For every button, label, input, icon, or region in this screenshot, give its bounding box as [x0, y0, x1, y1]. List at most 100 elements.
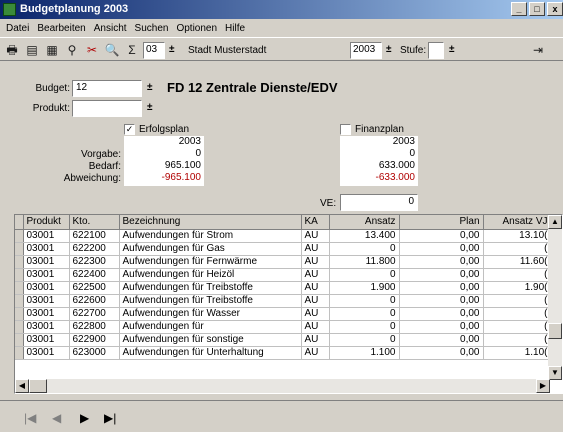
finanzplan-checkbox[interactable]: [340, 124, 351, 135]
cell-produkt[interactable]: 03001: [23, 346, 70, 360]
cell-plan[interactable]: 0,00: [399, 255, 484, 269]
vertical-scrollbar[interactable]: ▲ ▼: [548, 215, 562, 380]
cell-plan[interactable]: 0,00: [399, 320, 484, 334]
row-selector[interactable]: [15, 255, 24, 269]
cell-ansatz[interactable]: 0: [329, 307, 400, 321]
cell-konto[interactable]: 622700: [69, 307, 120, 321]
cell-produkt[interactable]: 03001: [23, 242, 70, 256]
cell-konto[interactable]: 622400: [69, 268, 120, 282]
cell-produkt[interactable]: 03001: [23, 307, 70, 321]
cell-ansatz-vj[interactable]: (: [483, 307, 552, 321]
ve-field[interactable]: 0: [340, 194, 418, 211]
col-header-konto[interactable]: Kto.: [69, 215, 120, 230]
col-header-ansatz-vj[interactable]: Ansatz VJ: [483, 215, 552, 230]
cell-konto[interactable]: 622100: [69, 229, 120, 243]
delete-icon[interactable]: ✂: [84, 42, 100, 58]
cell-ansatz[interactable]: 13.400: [329, 229, 400, 243]
nav-prev-icon[interactable]: ◀: [52, 411, 61, 425]
cell-produkt[interactable]: 03001: [23, 294, 70, 308]
row-selector[interactable]: [15, 346, 24, 360]
menu-bearbeiten[interactable]: Bearbeiten: [33, 23, 89, 34]
cell-ka[interactable]: AU: [301, 281, 330, 295]
cell-bezeichnung[interactable]: Aufwendungen für Heizöl: [119, 268, 302, 282]
mandant-dropdown-icon[interactable]: ±: [169, 44, 175, 55]
cell-bezeichnung[interactable]: Aufwendungen für sonstige: [119, 333, 302, 347]
cell-plan[interactable]: 0,00: [399, 281, 484, 295]
cell-bezeichnung[interactable]: Aufwendungen für Treibstoffe: [119, 294, 302, 308]
row-selector[interactable]: [15, 307, 24, 321]
cell-ansatz-vj[interactable]: (: [483, 242, 552, 256]
sum-icon[interactable]: Σ: [124, 42, 140, 58]
cell-ansatz-vj[interactable]: (: [483, 268, 552, 282]
cell-ka[interactable]: AU: [301, 242, 330, 256]
col-header-produkt[interactable]: Produkt: [23, 215, 70, 230]
cell-produkt[interactable]: 03001: [23, 255, 70, 269]
cell-bezeichnung[interactable]: Aufwendungen für Wasser: [119, 307, 302, 321]
stufe-dropdown-icon[interactable]: ±: [449, 44, 455, 55]
cell-ka[interactable]: AU: [301, 307, 330, 321]
cell-konto[interactable]: 623000: [69, 346, 120, 360]
budget-dropdown-icon[interactable]: ±: [147, 82, 153, 93]
cell-ansatz[interactable]: 0: [329, 268, 400, 282]
cell-ansatz-vj[interactable]: 1.90(: [483, 281, 552, 295]
erfolgsplan-checkbox[interactable]: ✓: [124, 124, 135, 135]
table-row[interactable]: 03001 622500 Aufwendungen für Treibstoffe A…: [15, 281, 552, 295]
table-row[interactable]: 03001 622700 Aufwendungen für Wasser AU 0 0,0…: [15, 307, 552, 321]
table-row[interactable]: 03001 622800 Aufwendungen für AU 0 0,00(: [15, 320, 552, 334]
preview-icon[interactable]: ▤: [24, 42, 40, 58]
cell-ka[interactable]: AU: [301, 294, 330, 308]
cell-ansatz-vj[interactable]: 13.10(: [483, 229, 552, 243]
cell-produkt[interactable]: 03001: [23, 320, 70, 334]
cell-ka[interactable]: AU: [301, 255, 330, 269]
find-icon[interactable]: 🔍: [104, 42, 120, 58]
maximize-button[interactable]: □: [529, 2, 545, 16]
cell-bezeichnung[interactable]: Aufwendungen für Gas: [119, 242, 302, 256]
scroll-left-icon[interactable]: ◀: [15, 379, 29, 393]
menu-datei[interactable]: Datei: [2, 23, 33, 34]
cell-ansatz[interactable]: 0: [329, 333, 400, 347]
menu-ansicht[interactable]: Ansicht: [90, 23, 131, 34]
cell-ansatz-vj[interactable]: (: [483, 320, 552, 334]
cell-plan[interactable]: 0,00: [399, 242, 484, 256]
cell-ansatz[interactable]: 1.900: [329, 281, 400, 295]
cell-bezeichnung[interactable]: Aufwendungen für Unterhaltung: [119, 346, 302, 360]
calculator-icon[interactable]: ▦: [44, 42, 60, 58]
horizontal-scrollbar[interactable]: ◀ ▶: [15, 379, 550, 393]
col-header-ka[interactable]: KA: [301, 215, 330, 230]
cell-plan[interactable]: 0,00: [399, 294, 484, 308]
col-header-bezeichnung[interactable]: Bezeichnung: [119, 215, 302, 230]
cell-ansatz-vj[interactable]: (: [483, 294, 552, 308]
cell-produkt[interactable]: 03001: [23, 281, 70, 295]
cell-plan[interactable]: 0,00: [399, 346, 484, 360]
cell-ansatz[interactable]: 0: [329, 294, 400, 308]
stufe-field[interactable]: [428, 42, 444, 59]
cell-plan[interactable]: 0,00: [399, 333, 484, 347]
budget-field[interactable]: 12: [72, 80, 142, 97]
col-header-ansatz[interactable]: Ansatz: [329, 215, 400, 230]
year-field[interactable]: 2003: [350, 42, 382, 59]
cell-bezeichnung[interactable]: Aufwendungen für Treibstoffe: [119, 281, 302, 295]
scroll-right-icon[interactable]: ▶: [536, 379, 550, 393]
hscroll-thumb[interactable]: [29, 379, 47, 393]
col-header-plan[interactable]: Plan: [399, 215, 484, 230]
row-selector[interactable]: [15, 333, 24, 347]
table-row[interactable]: 03001 622600 Aufwendungen für Treibstoffe A…: [15, 294, 552, 308]
nav-last-icon[interactable]: ▶|: [104, 411, 116, 425]
cell-ka[interactable]: AU: [301, 268, 330, 282]
row-selector[interactable]: [15, 320, 24, 334]
cell-ka[interactable]: AU: [301, 229, 330, 243]
cell-plan[interactable]: 0,00: [399, 229, 484, 243]
cell-konto[interactable]: 622200: [69, 242, 120, 256]
nav-first-icon[interactable]: |◀: [24, 411, 36, 425]
cell-konto[interactable]: 622900: [69, 333, 120, 347]
close-button[interactable]: x: [547, 2, 563, 16]
table-row[interactable]: 03001 622300 Aufwendungen für Fernwärme AU 1…: [15, 255, 552, 269]
cell-plan[interactable]: 0,00: [399, 268, 484, 282]
cell-ka[interactable]: AU: [301, 320, 330, 334]
print-icon[interactable]: 🖶: [4, 42, 20, 58]
minimize-button[interactable]: _: [511, 2, 527, 16]
menu-hilfe[interactable]: Hilfe: [221, 23, 249, 34]
cell-ka[interactable]: AU: [301, 346, 330, 360]
cell-konto[interactable]: 622300: [69, 255, 120, 269]
cell-produkt[interactable]: 03001: [23, 268, 70, 282]
